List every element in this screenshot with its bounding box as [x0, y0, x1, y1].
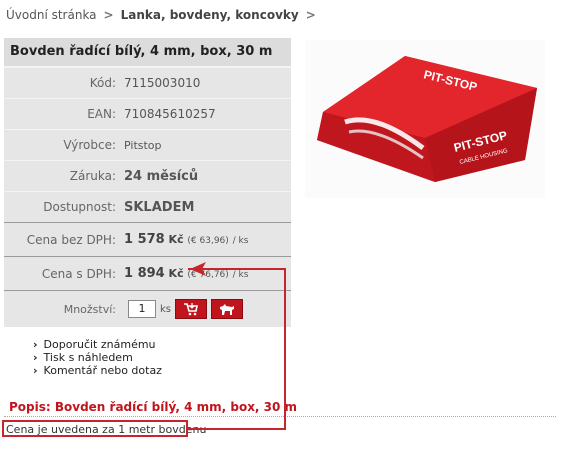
product-image[interactable]: PIT-STOP PIT-STOP CABLE HOUSING [305, 40, 545, 198]
breadcrumb: Úvodní stránka > Lanka, bovdeny, koncovky > [6, 8, 323, 22]
price-without-vat-label: Cena bez DPH: [26, 232, 116, 247]
link-recommend-label[interactable]: Doporučit známému [44, 338, 156, 351]
code-value: 7115003010 [124, 76, 201, 90]
price-without-vat-currency: Kč [168, 233, 184, 246]
warranty-label: Záruka: [69, 169, 116, 183]
link-print[interactable]: › Tisk s náhledem [33, 351, 162, 364]
ean-value: 710845610257 [124, 107, 216, 121]
annotation-box [2, 420, 188, 437]
row-code: Kód: 7115003010 [4, 67, 291, 98]
breadcrumb-category[interactable]: Lanka, bovdeny, koncovky [121, 8, 299, 22]
row-availability: Dostupnost: SKLADEM [4, 191, 291, 222]
annotation-bracket [188, 268, 286, 430]
ean-label: EAN: [87, 107, 116, 121]
price-without-vat-unit: / ks [232, 236, 249, 246]
availability-value: SKLADEM [124, 199, 195, 215]
breadcrumb-home[interactable]: Úvodní stránka [6, 8, 97, 22]
row-manufacturer: Výrobce: Pitstop [4, 129, 291, 160]
chevron-right-icon: › [33, 338, 38, 351]
row-ean: EAN: 710845610257 [4, 98, 291, 129]
quantity-label: Množství: [63, 302, 116, 316]
product-title: Bovden řadící bílý, 4 mm, box, 30 m [4, 38, 291, 67]
manufacturer-label: Výrobce: [63, 138, 116, 152]
price-without-vat-value: 1 578 [124, 232, 165, 247]
link-print-label[interactable]: Tisk s náhledem [44, 351, 133, 364]
link-recommend[interactable]: › Doporučit známému [33, 338, 162, 351]
chevron-right-icon: › [33, 364, 38, 377]
price-with-vat-currency: Kč [168, 267, 184, 280]
link-comment[interactable]: › Komentář nebo dotaz [33, 364, 162, 377]
product-actions: › Doporučit známému › Tisk s náhledem › Kom… [33, 338, 162, 377]
price-without-vat-euro: (€ 63,96) [187, 236, 229, 246]
chevron-right-icon: › [33, 351, 38, 364]
chevron-right-icon: > [103, 8, 114, 22]
row-price-without-vat: Cena bez DPH: 1 578 Kč (€ 63,96) / ks [4, 222, 291, 256]
code-label: Kód: [89, 76, 116, 90]
link-comment-label[interactable]: Komentář nebo dotaz [44, 364, 162, 377]
price-with-vat-label: Cena s DPH: [41, 266, 116, 281]
warranty-value: 24 měsíců [124, 168, 199, 184]
product-box-image: PIT-STOP PIT-STOP CABLE HOUSING [305, 40, 545, 198]
quantity-input[interactable]: 1 [128, 300, 156, 318]
availability-label: Dostupnost: [43, 200, 116, 214]
chevron-right-icon: > [305, 8, 316, 22]
annotation-connector [186, 428, 286, 430]
row-warranty: Záruka: 24 měsíců [4, 160, 291, 191]
price-with-vat-value: 1 894 [124, 266, 165, 281]
annotation-arrowhead [190, 262, 206, 276]
quantity-unit: ks [160, 303, 172, 315]
manufacturer-value[interactable]: Pitstop [124, 139, 162, 152]
